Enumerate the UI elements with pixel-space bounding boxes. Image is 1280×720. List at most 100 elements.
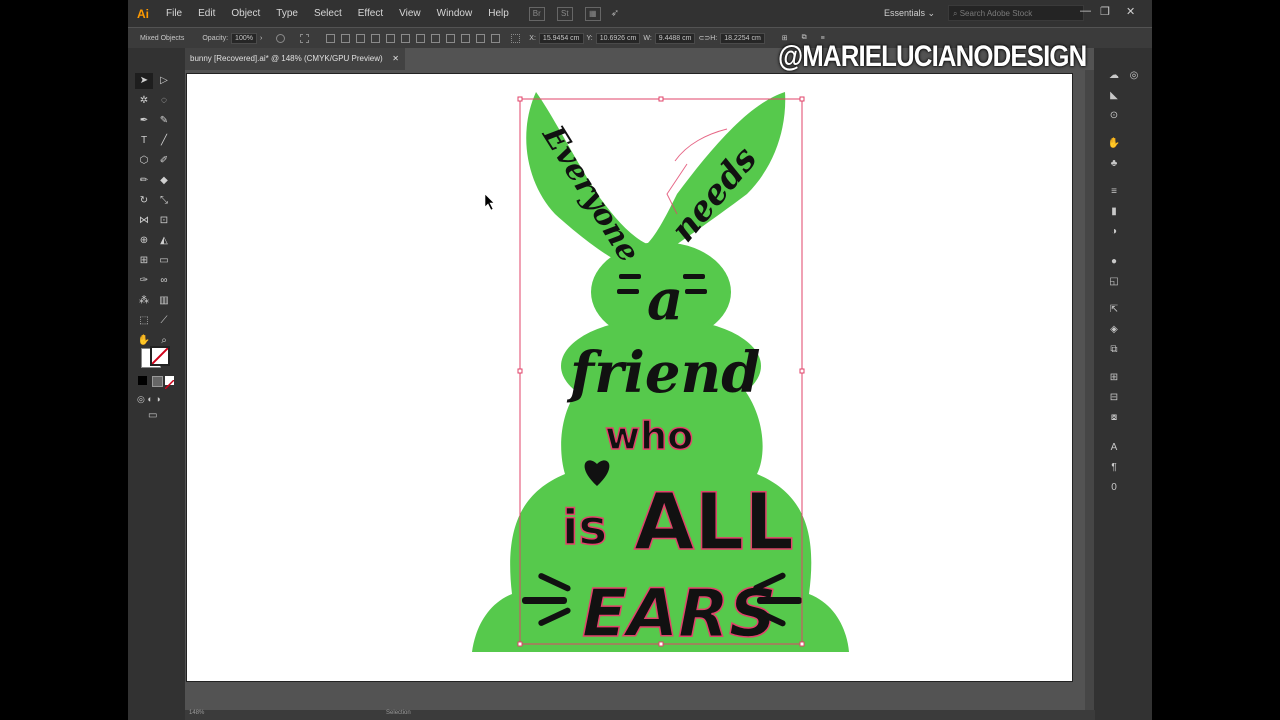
text-is[interactable]: is xyxy=(561,499,608,557)
libraries-icon[interactable]: ☁ xyxy=(1106,70,1122,81)
rotate-tool-icon[interactable]: ↻ xyxy=(135,193,153,209)
minimize-button[interactable]: — xyxy=(1080,5,1091,17)
align-to-selection-icon[interactable] xyxy=(300,33,310,43)
layers-icon[interactable]: ◈ xyxy=(1106,324,1122,335)
magic-wand-tool-icon[interactable]: ✲ xyxy=(135,93,153,109)
align-middle-icon[interactable] xyxy=(386,33,396,43)
brushes-icon[interactable]: ✋ xyxy=(1106,138,1122,149)
free-transform-tool-icon[interactable]: ⊡ xyxy=(155,213,173,229)
eraser-tool-icon[interactable]: ◆ xyxy=(155,173,173,189)
text-ears[interactable]: EARS xyxy=(581,574,777,653)
direct-selection-tool-icon[interactable]: ▷ xyxy=(155,73,173,89)
slice-tool-icon[interactable]: ⟋ xyxy=(155,313,173,329)
lasso-tool-icon[interactable]: ◌ xyxy=(155,93,173,109)
distribute-bottom-icon[interactable] xyxy=(446,33,456,43)
resize-handle[interactable] xyxy=(658,96,664,102)
pen-tool-icon[interactable]: ✒ xyxy=(135,113,153,129)
menu-view[interactable]: View xyxy=(391,8,429,19)
symbols-icon[interactable]: ♣ xyxy=(1106,158,1122,169)
menu-effect[interactable]: Effect xyxy=(350,8,391,19)
stroke-swatch[interactable] xyxy=(150,346,170,366)
transform-icon[interactable]: ⊞ xyxy=(1106,372,1122,383)
paintbrush-tool-icon[interactable]: ✐ xyxy=(155,153,173,169)
character-icon[interactable]: A xyxy=(1106,442,1122,453)
appearance-icon[interactable]: ● xyxy=(1106,256,1122,267)
distribute-middle-icon[interactable] xyxy=(431,33,441,43)
align-center-icon[interactable] xyxy=(341,33,351,43)
menu-file[interactable]: File xyxy=(158,8,190,19)
stroke-icon[interactable]: ≡ xyxy=(1106,186,1122,197)
text-who[interactable]: who xyxy=(604,413,694,459)
resize-handle[interactable] xyxy=(658,641,664,647)
menu-edit[interactable]: Edit xyxy=(190,8,223,19)
align-icon[interactable]: ⊟ xyxy=(1106,392,1122,403)
export-icon[interactable]: ⇱ xyxy=(1106,304,1122,315)
pathfinder-icon[interactable]: ⧇ xyxy=(1106,412,1122,423)
menu-select[interactable]: Select xyxy=(306,8,350,19)
text-a[interactable]: a xyxy=(647,267,683,333)
bunny-artwork[interactable]: Everyone needs a friend who is ALL EARS xyxy=(187,74,1072,681)
properties-icon[interactable]: ◣ xyxy=(1106,90,1122,101)
screen-mode-icon[interactable]: ▭ xyxy=(148,410,157,421)
perspective-grid-tool-icon[interactable]: ◭ xyxy=(155,233,173,249)
column-graph-tool-icon[interactable]: ▥ xyxy=(155,293,173,309)
transparency-icon[interactable]: ◑ xyxy=(1106,226,1122,237)
resize-handle[interactable] xyxy=(799,641,805,647)
blend-tool-icon[interactable]: ∞ xyxy=(155,273,173,289)
bridge-icon[interactable]: Br xyxy=(528,6,545,21)
y-field[interactable]: 10.6926 cm xyxy=(595,32,641,44)
link-proportions-icon[interactable]: ⊂⊃ xyxy=(698,34,710,42)
close-window-button[interactable]: ✕ xyxy=(1126,5,1135,18)
resize-handle[interactable] xyxy=(799,96,805,102)
gradient-mode-button[interactable] xyxy=(152,376,163,387)
distribute-right-icon[interactable] xyxy=(491,33,501,43)
stock-button[interactable]: St xyxy=(556,6,573,21)
menu-window[interactable]: Window xyxy=(429,8,481,19)
navigator-icon[interactable]: ⊙ xyxy=(1106,110,1122,121)
w-field[interactable]: 9.4488 cm xyxy=(654,32,696,44)
artboard-tool-icon[interactable]: ⬚ xyxy=(135,313,153,329)
menu-type[interactable]: Type xyxy=(268,8,306,19)
draw-mode-icon[interactable]: ◎ ◐ ◑ xyxy=(137,394,161,405)
gradient-tool-icon[interactable]: ▭ xyxy=(155,253,173,269)
color-mode-button[interactable] xyxy=(138,376,147,385)
distribute-center-icon[interactable] xyxy=(476,33,486,43)
shaper-tool-icon[interactable]: ✏ xyxy=(135,173,153,189)
mesh-tool-icon[interactable]: ⊞ xyxy=(135,253,153,269)
scale-tool-icon[interactable]: ⤡ xyxy=(155,193,173,209)
artboards-icon[interactable]: ⧉ xyxy=(1106,344,1122,355)
gradient-icon[interactable]: ▮ xyxy=(1106,206,1122,217)
opacity-field[interactable]: 100% xyxy=(231,32,257,44)
vertical-scrollbar[interactable] xyxy=(1085,70,1094,710)
resize-handle[interactable] xyxy=(517,96,523,102)
gpu-performance-icon[interactable]: ➶ xyxy=(611,8,619,19)
align-bottom-icon[interactable] xyxy=(401,33,411,43)
text-all[interactable]: ALL xyxy=(633,477,794,569)
type-tool-icon[interactable]: T xyxy=(135,133,153,149)
resize-handle[interactable] xyxy=(799,368,805,374)
resize-handle[interactable] xyxy=(517,368,523,374)
align-top-icon[interactable] xyxy=(371,33,381,43)
none-mode-button[interactable] xyxy=(164,376,175,390)
arrange-documents-icon[interactable]: ▦ xyxy=(584,6,601,21)
eyedropper-tool-icon[interactable]: ✑ xyxy=(135,273,153,289)
symbol-sprayer-tool-icon[interactable]: ⁂ xyxy=(135,293,153,309)
stock-search-input[interactable]: ⌕ Search Adobe Stock xyxy=(948,5,1084,21)
cc-libraries-icon[interactable]: ◎ xyxy=(1126,70,1142,81)
graphic-styles-icon[interactable]: ◱ xyxy=(1106,276,1122,287)
selection-tool-icon[interactable]: ➤ xyxy=(135,73,153,89)
align-left-icon[interactable] xyxy=(326,33,336,43)
shape-builder-tool-icon[interactable]: ⊕ xyxy=(135,233,153,249)
maximize-button[interactable]: ❐ xyxy=(1100,5,1110,18)
width-tool-icon[interactable]: ⋈ xyxy=(135,213,153,229)
distribute-left-icon[interactable] xyxy=(461,33,471,43)
paragraph-icon[interactable]: ¶ xyxy=(1106,462,1122,473)
zoom-level[interactable]: 148% xyxy=(189,710,204,716)
reference-point-icon[interactable] xyxy=(511,33,521,43)
ellipse-tool-icon[interactable]: ⬡ xyxy=(135,153,153,169)
artboard[interactable]: Everyone needs a friend who is ALL EARS xyxy=(186,73,1073,682)
menu-object[interactable]: Object xyxy=(223,8,268,19)
recolor-icon[interactable] xyxy=(276,33,286,43)
document-tab[interactable]: bunny [Recovered].ai* @ 148% (CMYK/GPU P… xyxy=(185,48,405,70)
h-field[interactable]: 18.2254 cm xyxy=(720,32,765,44)
